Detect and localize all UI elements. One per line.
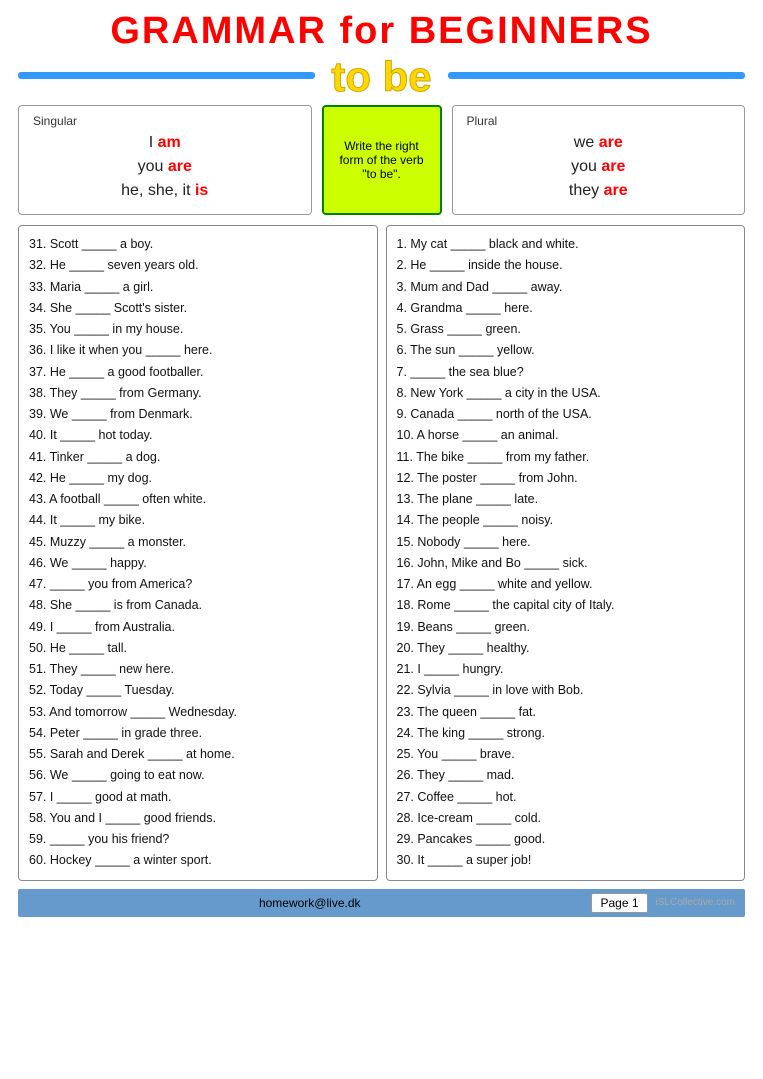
list-item: 59. _____ you his friend?: [29, 829, 367, 850]
list-item: 42. He _____ my dog.: [29, 468, 367, 489]
list-item: 35. You _____ in my house.: [29, 319, 367, 340]
list-item: 20. They _____ healthy.: [397, 638, 735, 659]
list-item: 9. Canada _____ north of the USA.: [397, 404, 735, 425]
list-item: 14. The people _____ noisy.: [397, 510, 735, 531]
list-item: 7. _____ the sea blue?: [397, 362, 735, 383]
footer-page: Page 1: [591, 893, 647, 913]
plural-box: Plural we are you are they are: [452, 105, 746, 215]
list-item: 60. Hockey _____ a winter sport.: [29, 850, 367, 871]
blue-bar-right: [448, 72, 745, 79]
list-item: 17. An egg _____ white and yellow.: [397, 574, 735, 595]
list-item: 48. She _____ is from Canada.: [29, 595, 367, 616]
page-container: GRAMMAR for BEGINNERS to be Singular I a…: [18, 10, 745, 917]
conjugation-section: Singular I am you are he, she, it is Wri…: [18, 105, 745, 215]
list-item: 23. The queen _____ fat.: [397, 702, 735, 723]
list-item: 16. John, Mike and Bo _____ sick.: [397, 553, 735, 574]
list-item: 15. Nobody _____ here.: [397, 532, 735, 553]
list-item: 51. They _____ new here.: [29, 659, 367, 680]
list-item: 36. I like it when you _____ here.: [29, 340, 367, 361]
list-item: 49. I _____ from Australia.: [29, 617, 367, 638]
list-item: 31. Scott _____ a boy.: [29, 234, 367, 255]
instruction-box: Write the right form of the verb "to be"…: [322, 105, 442, 215]
singular-row-1: I am: [33, 134, 297, 152]
title-section: GRAMMAR for BEGINNERS to be: [18, 10, 745, 101]
list-item: 57. I _____ good at math.: [29, 787, 367, 808]
list-item: 10. A horse _____ an animal.: [397, 425, 735, 446]
list-item: 22. Sylvia _____ in love with Bob.: [397, 680, 735, 701]
title-line1: GRAMMAR for BEGINNERS: [18, 10, 745, 53]
exercises-section: 31. Scott _____ a boy.32. He _____ seven…: [18, 225, 745, 881]
list-item: 40. It _____ hot today.: [29, 425, 367, 446]
title-line2: to be: [18, 53, 745, 101]
list-item: 2. He _____ inside the house.: [397, 255, 735, 276]
verb-are-we: are: [599, 134, 623, 151]
list-item: 39. We _____ from Denmark.: [29, 404, 367, 425]
list-item: 19. Beans _____ green.: [397, 617, 735, 638]
blue-bar-left: [18, 72, 315, 79]
verb-are-you: are: [601, 158, 625, 175]
title-tobe-text: to be: [331, 53, 431, 101]
verb-are-they: are: [604, 182, 628, 199]
list-item: 18. Rome _____ the capital city of Italy…: [397, 595, 735, 616]
list-item: 55. Sarah and Derek _____ at home.: [29, 744, 367, 765]
singular-box: Singular I am you are he, she, it is: [18, 105, 312, 215]
list-item: 30. It _____ a super job!: [397, 850, 735, 871]
list-item: 32. He _____ seven years old.: [29, 255, 367, 276]
instruction-text: Write the right form of the verb "to be"…: [332, 139, 432, 181]
singular-row-2: you are: [33, 158, 297, 176]
verb-is: is: [195, 182, 208, 199]
list-item: 52. Today _____ Tuesday.: [29, 680, 367, 701]
list-item: 24. The king _____ strong.: [397, 723, 735, 744]
list-item: 12. The poster _____ from John.: [397, 468, 735, 489]
plural-row-2: you are: [467, 158, 731, 176]
plural-row-1: we are: [467, 134, 731, 152]
list-item: 41. Tinker _____ a dog.: [29, 447, 367, 468]
list-item: 56. We _____ going to eat now.: [29, 765, 367, 786]
list-item: 29. Pancakes _____ good.: [397, 829, 735, 850]
verb-am: am: [158, 134, 181, 151]
list-item: 3. Mum and Dad _____ away.: [397, 277, 735, 298]
verb-are-sg: are: [168, 158, 192, 175]
list-item: 8. New York _____ a city in the USA.: [397, 383, 735, 404]
list-item: 1. My cat _____ black and white.: [397, 234, 735, 255]
plural-row-3: they are: [467, 182, 731, 200]
list-item: 33. Maria _____ a girl.: [29, 277, 367, 298]
list-item: 13. The plane _____ late.: [397, 489, 735, 510]
list-item: 34. She _____ Scott's sister.: [29, 298, 367, 319]
list-item: 11. The bike _____ from my father.: [397, 447, 735, 468]
list-item: 25. You _____ brave.: [397, 744, 735, 765]
list-item: 46. We _____ happy.: [29, 553, 367, 574]
list-item: 47. _____ you from America?: [29, 574, 367, 595]
left-exercise-box: 31. Scott _____ a boy.32. He _____ seven…: [18, 225, 378, 881]
footer: homework@live.dk Page 1 iSLCollective.co…: [18, 889, 745, 917]
singular-label: Singular: [33, 114, 297, 128]
singular-row-3: he, she, it is: [33, 182, 297, 200]
list-item: 58. You and I _____ good friends.: [29, 808, 367, 829]
list-item: 53. And tomorrow _____ Wednesday.: [29, 702, 367, 723]
list-item: 44. It _____ my bike.: [29, 510, 367, 531]
list-item: 21. I _____ hungry.: [397, 659, 735, 680]
list-item: 4. Grandma _____ here.: [397, 298, 735, 319]
list-item: 37. He _____ a good footballer.: [29, 362, 367, 383]
list-item: 38. They _____ from Germany.: [29, 383, 367, 404]
list-item: 27. Coffee _____ hot.: [397, 787, 735, 808]
list-item: 28. Ice-cream _____ cold.: [397, 808, 735, 829]
list-item: 6. The sun _____ yellow.: [397, 340, 735, 361]
list-item: 45. Muzzy _____ a monster.: [29, 532, 367, 553]
title-grammar-text: GRAMMAR for BEGINNERS: [110, 10, 652, 52]
footer-email: homework@live.dk: [259, 896, 361, 910]
list-item: 43. A football _____ often white.: [29, 489, 367, 510]
right-exercise-box: 1. My cat _____ black and white.2. He __…: [386, 225, 746, 881]
list-item: 50. He _____ tall.: [29, 638, 367, 659]
list-item: 26. They _____ mad.: [397, 765, 735, 786]
list-item: 5. Grass _____ green.: [397, 319, 735, 340]
list-item: 54. Peter _____ in grade three.: [29, 723, 367, 744]
plural-label: Plural: [467, 114, 731, 128]
watermark: iSLCollective.com: [656, 897, 735, 908]
